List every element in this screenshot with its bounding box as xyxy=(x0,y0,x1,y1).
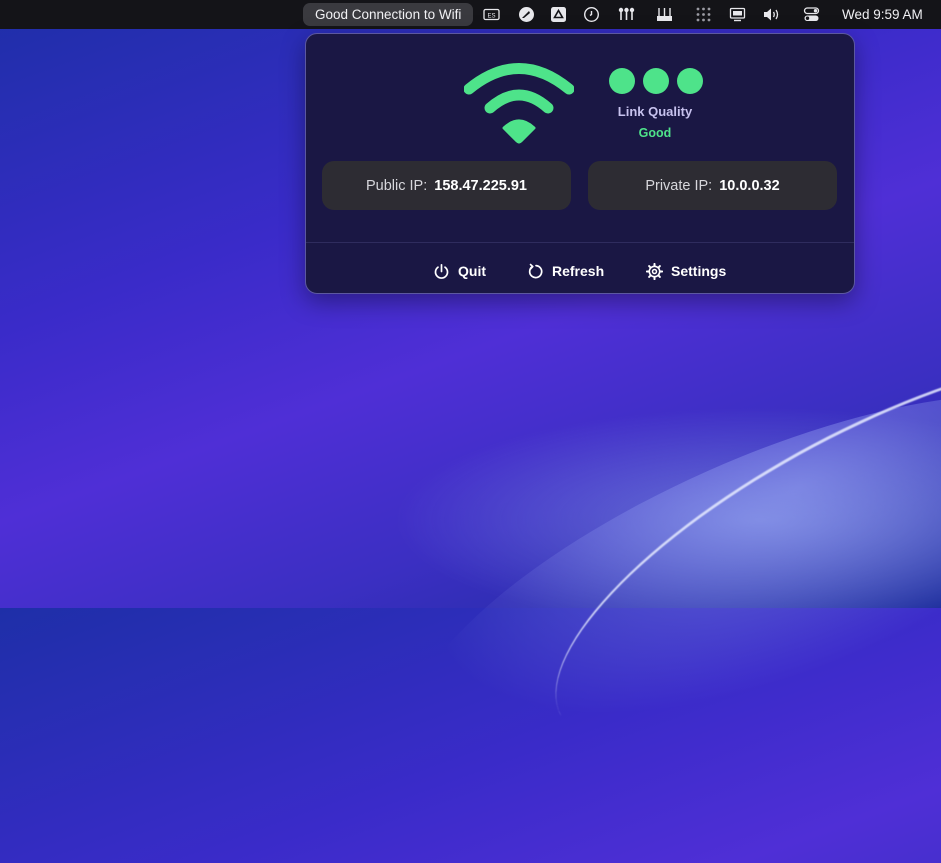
link-quality-label: Link Quality xyxy=(617,104,693,119)
private-ip-value: 10.0.0.32 xyxy=(719,177,780,194)
quality-dot xyxy=(609,68,635,94)
settings-label: Settings xyxy=(671,263,727,279)
refresh-button[interactable]: Refresh xyxy=(527,260,604,282)
refresh-icon xyxy=(528,263,543,278)
tools-icon[interactable] xyxy=(656,6,673,23)
quality-dot xyxy=(677,68,703,94)
gear-icon xyxy=(646,262,663,280)
compass-icon[interactable] xyxy=(518,6,535,23)
svg-text:ES: ES xyxy=(487,13,495,19)
wifi-icon xyxy=(464,63,574,144)
private-ip-label: Private IP: xyxy=(645,177,713,194)
refresh-label: Refresh xyxy=(552,263,605,279)
network-icon[interactable] xyxy=(618,6,635,23)
quit-button[interactable]: Quit xyxy=(433,260,486,282)
clock-app-icon[interactable] xyxy=(583,6,600,23)
quality-dot xyxy=(643,68,669,94)
private-ip-box[interactable]: Private IP: 10.0.0.32 xyxy=(588,161,837,210)
drive-icon[interactable] xyxy=(550,6,567,23)
link-quality-indicator xyxy=(609,68,703,94)
public-ip-box[interactable]: Public IP: 158.47.225.91 xyxy=(322,161,571,210)
wifi-status-popover: Link Quality Good Public IP: 158.47.225.… xyxy=(305,33,855,294)
desktop: { "menubar": { "status_text": "Good Conn… xyxy=(0,0,941,863)
footer-divider xyxy=(306,242,854,243)
menu-bar-clock[interactable]: Wed 9:59 AM xyxy=(842,7,923,22)
control-center-icon[interactable] xyxy=(803,6,820,23)
display-icon[interactable] xyxy=(729,6,746,23)
grid-icon[interactable] xyxy=(695,6,712,23)
public-ip-label: Public IP: xyxy=(366,177,428,194)
settings-button[interactable]: Settings xyxy=(646,260,726,282)
quit-label: Quit xyxy=(458,263,486,279)
connection-status-item[interactable]: Good Connection to Wifi xyxy=(303,3,474,26)
connection-status-text: Good Connection to Wifi xyxy=(315,7,462,22)
volume-icon[interactable] xyxy=(762,6,782,23)
keyboard-icon[interactable]: ES xyxy=(483,6,500,23)
menu-bar: Good Connection to Wifi ES Wed 9:59 AM xyxy=(0,0,941,29)
public-ip-value: 158.47.225.91 xyxy=(434,177,527,194)
power-icon xyxy=(434,263,449,279)
link-quality-value: Good xyxy=(638,126,672,140)
